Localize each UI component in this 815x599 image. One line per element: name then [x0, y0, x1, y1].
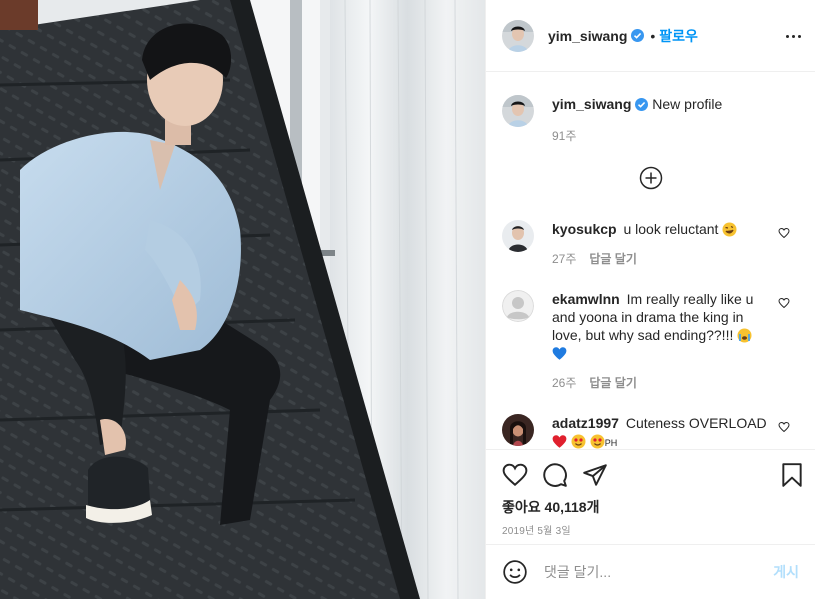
caption-username[interactable]: yim_siwang [552, 96, 631, 112]
verified-badge-icon [631, 29, 645, 42]
blue-heart-emoji-icon [552, 346, 567, 361]
caption-text: New profile [652, 96, 723, 112]
comment-like-heart-icon[interactable] [778, 296, 790, 309]
commenter-avatar[interactable] [502, 414, 534, 446]
comment-time[interactable]: 26주 [552, 376, 576, 390]
paper-plane-icon[interactable] [582, 462, 608, 488]
caption-avatar[interactable] [502, 95, 534, 127]
comment-input[interactable] [544, 564, 774, 580]
like-count[interactable]: 좋아요 40,118개 [502, 497, 599, 517]
comment-item: adatz1997 Cuteness OVERLOAD PH [502, 414, 800, 449]
caption-time[interactable]: 91주 [552, 127, 722, 145]
comment-text-tail: PH [604, 438, 618, 448]
crying-face-emoji-icon [737, 328, 752, 343]
bookmark-icon[interactable] [779, 462, 805, 488]
comment-text: u look reluctant [623, 221, 719, 237]
commenter-avatar-placeholder[interactable] [502, 290, 534, 322]
comment-bubble-icon[interactable] [542, 462, 568, 488]
smiley-icon[interactable] [502, 559, 528, 585]
commenter-username[interactable]: kyosukcp [552, 221, 617, 237]
heart-eyes-emoji-icon [571, 434, 586, 449]
post-image [0, 0, 485, 599]
verified-badge-icon [635, 97, 649, 111]
post-header: yim_siwang • 팔로우 [486, 0, 815, 72]
comment-like-heart-icon[interactable] [778, 226, 790, 239]
heart-icon[interactable] [502, 462, 528, 488]
follow-button[interactable]: 팔로우 [659, 26, 698, 46]
heart-eyes-emoji-icon [590, 434, 605, 449]
post-date[interactable]: 2019년 5월 3일 [502, 522, 571, 537]
comments-list[interactable]: yim_siwang New profile 91주 kyosukcp u lo… [486, 73, 815, 449]
commenter-username[interactable]: adatz1997 [552, 415, 619, 431]
comment-time[interactable]: 27주 [552, 252, 576, 266]
reply-button[interactable]: 답글 달기 [589, 252, 637, 266]
rolling-laughing-emoji-icon [722, 222, 737, 237]
comment-item: kyosukcp u look reluctant 27주 답글 달기 [502, 220, 800, 268]
reply-button[interactable]: 답글 달기 [589, 376, 637, 390]
comment-like-heart-icon[interactable] [778, 420, 790, 433]
commenter-avatar[interactable] [502, 220, 534, 252]
more-options-icon[interactable] [783, 26, 803, 46]
post-sidebar: yim_siwang • 팔로우 yim_siwang New profile … [485, 0, 815, 599]
action-icons-row [502, 462, 805, 490]
plus-circle-icon[interactable] [639, 166, 663, 190]
commenter-username[interactable]: ekamwlnn [552, 291, 620, 307]
post-photo[interactable] [0, 0, 485, 599]
author-avatar[interactable] [502, 19, 534, 52]
post-caption: yim_siwang New profile 91주 [502, 95, 722, 145]
comment-composer: 게시 [486, 544, 815, 599]
red-heart-emoji-icon [552, 434, 567, 449]
separator-dot: • [650, 27, 656, 44]
comment-item: ekamwlnn Im really really like u and yoo… [502, 290, 800, 392]
comment-text: Cuteness OVERLOAD [625, 415, 767, 431]
author-username[interactable]: yim_siwang [548, 28, 627, 44]
post-comment-button[interactable]: 게시 [773, 562, 799, 582]
post-actions: 좋아요 40,118개 2019년 5월 3일 [486, 449, 815, 544]
